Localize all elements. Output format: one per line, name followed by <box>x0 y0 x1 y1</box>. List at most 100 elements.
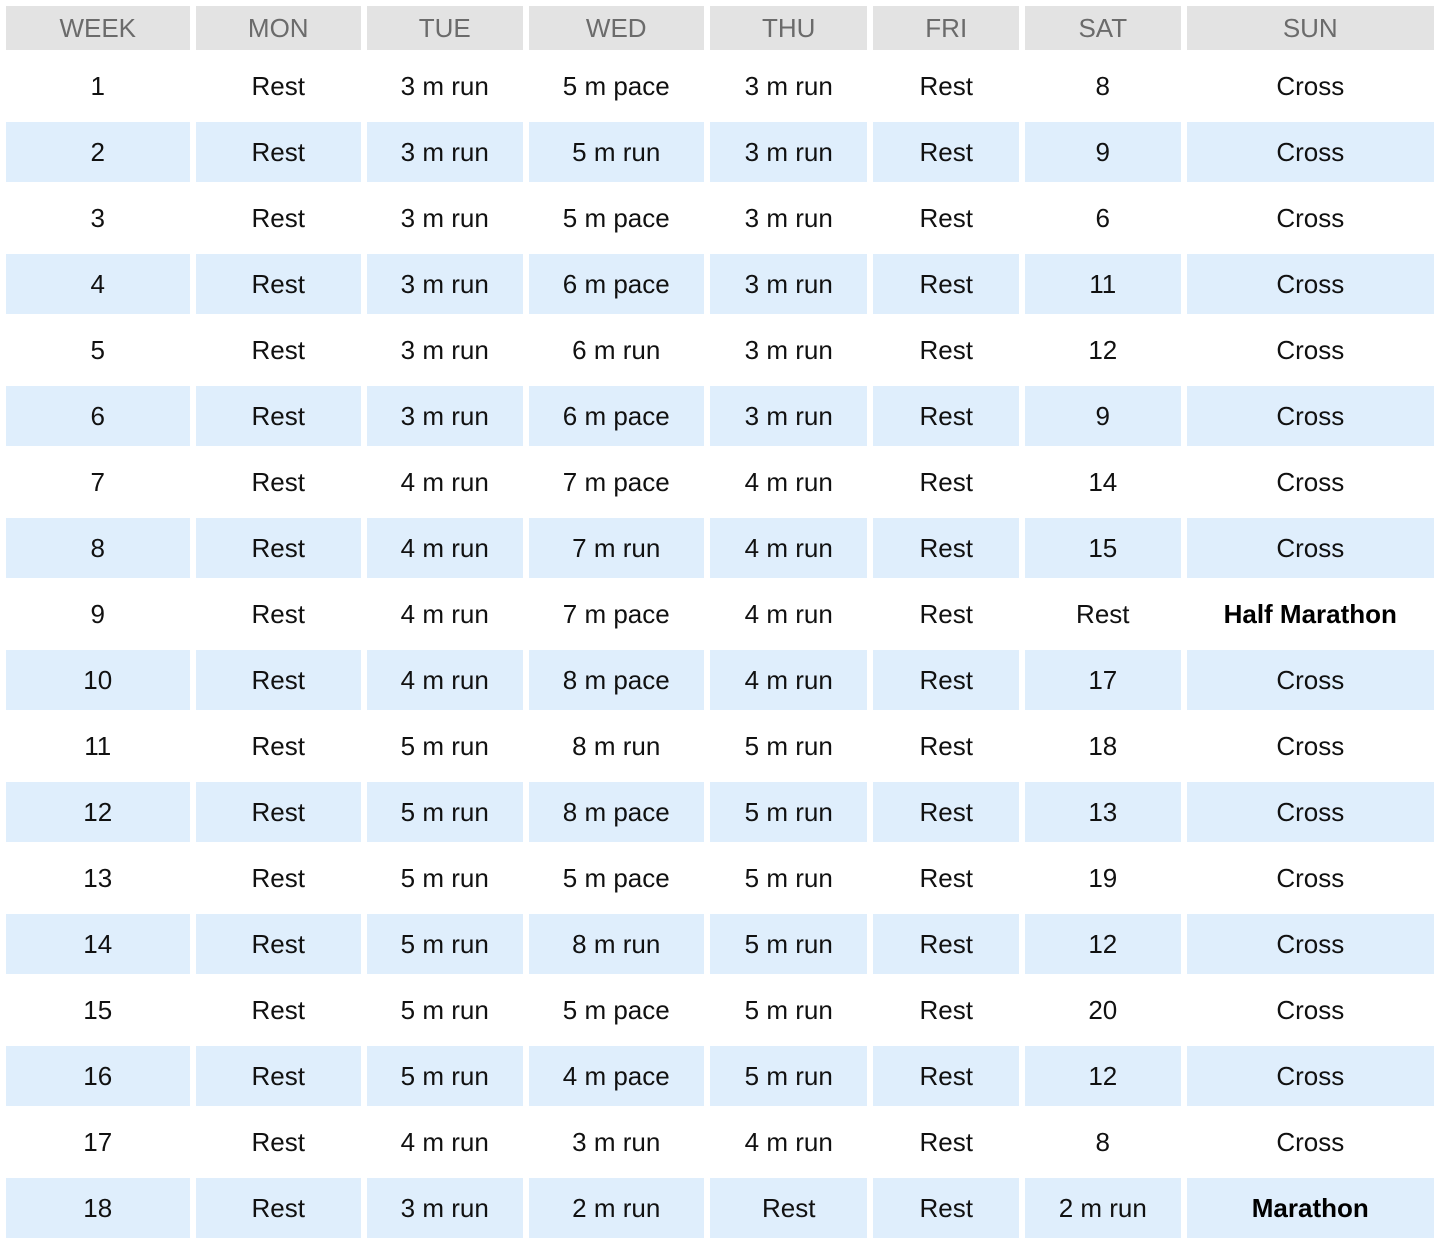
table-row: 1 Rest 3 m run 5 m pace 3 m run Rest 8 Cross <box>6 56 1434 116</box>
cell-sun: Cross <box>1276 334 1345 365</box>
cell-thu: 5 m run <box>744 994 833 1025</box>
cell-mon: Rest <box>251 994 305 1025</box>
cell-sat: 12 <box>1025 914 1181 974</box>
table-row: 7 Rest 4 m run 7 m pace 4 m run Rest 14 Cross <box>6 452 1434 512</box>
cell-mon: Rest <box>251 334 305 365</box>
cell-thu: 4 m run <box>709 650 868 710</box>
cell-sat: 9 <box>1025 386 1181 446</box>
cell-sat: 19 <box>1088 862 1118 893</box>
cell-fri: Rest <box>919 598 973 629</box>
cell-fri: Rest <box>873 518 1020 578</box>
cell-week: 15 <box>83 994 113 1025</box>
cell-week: 13 <box>83 862 113 893</box>
cell-sat: 12 <box>1088 334 1118 365</box>
cell-sun: Cross <box>1276 202 1345 233</box>
cell-sun: Cross <box>1186 914 1434 974</box>
cell-thu: 3 m run <box>744 202 833 233</box>
table-body: 1 Rest 3 m run 5 m pace 3 m run Rest 8 Cross 2 Re… <box>6 56 1434 1238</box>
cell-week: 17 <box>83 1126 113 1157</box>
cell-thu: 3 m run <box>709 254 868 314</box>
cell-tue: 3 m run <box>367 254 523 314</box>
table-row: 11 Rest 5 m run 8 m run 5 m run Rest 18 Cross <box>6 716 1434 776</box>
cell-thu: 5 m run <box>744 730 833 761</box>
cell-sun: Cross <box>1276 994 1345 1025</box>
cell-sun: Cross <box>1186 650 1434 710</box>
table-row: 4 Rest 3 m run 6 m pace 3 m run Rest 11 Cross <box>6 254 1434 314</box>
cell-mon: Rest <box>251 598 305 629</box>
table-row: 18 Rest 3 m run 2 m run Rest Rest 2 m run Marat… <box>6 1178 1434 1238</box>
header-sun: SUN <box>1186 6 1434 50</box>
cell-fri: Rest <box>873 386 1020 446</box>
cell-thu: 4 m run <box>744 598 833 629</box>
table-row: 17 Rest 4 m run 3 m run 4 m run Rest 8 Cross <box>6 1112 1434 1172</box>
cell-fri: Rest <box>873 914 1020 974</box>
cell-tue: 5 m run <box>367 914 523 974</box>
table-row: 6 Rest 3 m run 6 m pace 3 m run Rest 9 Cross <box>6 386 1434 446</box>
table-row: 16 Rest 5 m run 4 m pace 5 m run Rest 12 Cross <box>6 1046 1434 1106</box>
cell-week: 3 <box>90 202 105 233</box>
cell-sat: 15 <box>1025 518 1181 578</box>
cell-sat: Rest <box>1076 598 1130 629</box>
cell-wed: 5 m pace <box>562 862 670 893</box>
cell-sat: 13 <box>1025 782 1181 842</box>
table-row: 8 Rest 4 m run 7 m run 4 m run Rest 15 Cross <box>6 518 1434 578</box>
cell-sat: 8 <box>1095 1126 1111 1157</box>
cell-sun: Marathon <box>1186 1178 1434 1238</box>
cell-mon: Rest <box>195 254 361 314</box>
cell-sun: Cross <box>1186 122 1434 182</box>
cell-week: 9 <box>90 598 105 629</box>
cell-wed: 8 m pace <box>528 650 704 710</box>
cell-thu: 4 m run <box>709 518 868 578</box>
cell-fri: Rest <box>873 122 1020 182</box>
cell-wed: 8 m run <box>528 914 704 974</box>
cell-sun: Cross <box>1276 70 1345 101</box>
cell-sun: Cross <box>1276 730 1345 761</box>
cell-sun: Half Marathon <box>1223 598 1397 629</box>
cell-thu: 4 m run <box>744 1126 833 1157</box>
cell-sat: 8 <box>1095 70 1111 101</box>
cell-fri: Rest <box>873 1178 1020 1238</box>
cell-wed: 6 m run <box>572 334 661 365</box>
cell-week: 4 <box>6 254 190 314</box>
cell-wed: 4 m pace <box>528 1046 704 1106</box>
cell-sat: 2 m run <box>1025 1178 1181 1238</box>
cell-week: 16 <box>6 1046 190 1106</box>
cell-tue: 3 m run <box>400 202 489 233</box>
cell-thu: Rest <box>709 1178 868 1238</box>
cell-wed: 5 m pace <box>562 994 670 1025</box>
cell-tue: 3 m run <box>400 334 489 365</box>
cell-sun: Cross <box>1276 1126 1345 1157</box>
table-row: 2 Rest 3 m run 5 m run 3 m run Rest 9 Cross <box>6 122 1434 182</box>
cell-fri: Rest <box>919 70 973 101</box>
cell-tue: 5 m run <box>367 782 523 842</box>
cell-tue: 3 m run <box>367 1178 523 1238</box>
cell-sun: Cross <box>1186 1046 1434 1106</box>
cell-fri: Rest <box>919 730 973 761</box>
cell-fri: Rest <box>919 994 973 1025</box>
cell-thu: 5 m run <box>709 914 868 974</box>
header-thu: THU <box>709 6 868 50</box>
header-fri: FRI <box>873 6 1020 50</box>
header-sat: SAT <box>1025 6 1181 50</box>
cell-mon: Rest <box>251 1126 305 1157</box>
cell-thu: 3 m run <box>709 122 868 182</box>
cell-week: 18 <box>6 1178 190 1238</box>
cell-thu: 3 m run <box>744 334 833 365</box>
cell-fri: Rest <box>919 1126 973 1157</box>
cell-tue: 5 m run <box>400 862 489 893</box>
cell-tue: 5 m run <box>400 994 489 1025</box>
cell-sat: 12 <box>1025 1046 1181 1106</box>
cell-sat: 17 <box>1025 650 1181 710</box>
cell-week: 6 <box>6 386 190 446</box>
header-tue: TUE <box>367 6 523 50</box>
cell-fri: Rest <box>873 254 1020 314</box>
cell-wed: 5 m pace <box>562 202 670 233</box>
table-row: 9 Rest 4 m run 7 m pace 4 m run Rest Rest Half … <box>6 584 1434 644</box>
cell-fri: Rest <box>919 862 973 893</box>
cell-thu: 5 m run <box>744 862 833 893</box>
cell-sun: Cross <box>1186 518 1434 578</box>
cell-sun: Cross <box>1186 782 1434 842</box>
cell-tue: 5 m run <box>400 730 489 761</box>
cell-mon: Rest <box>251 730 305 761</box>
cell-wed: 3 m run <box>572 1126 661 1157</box>
